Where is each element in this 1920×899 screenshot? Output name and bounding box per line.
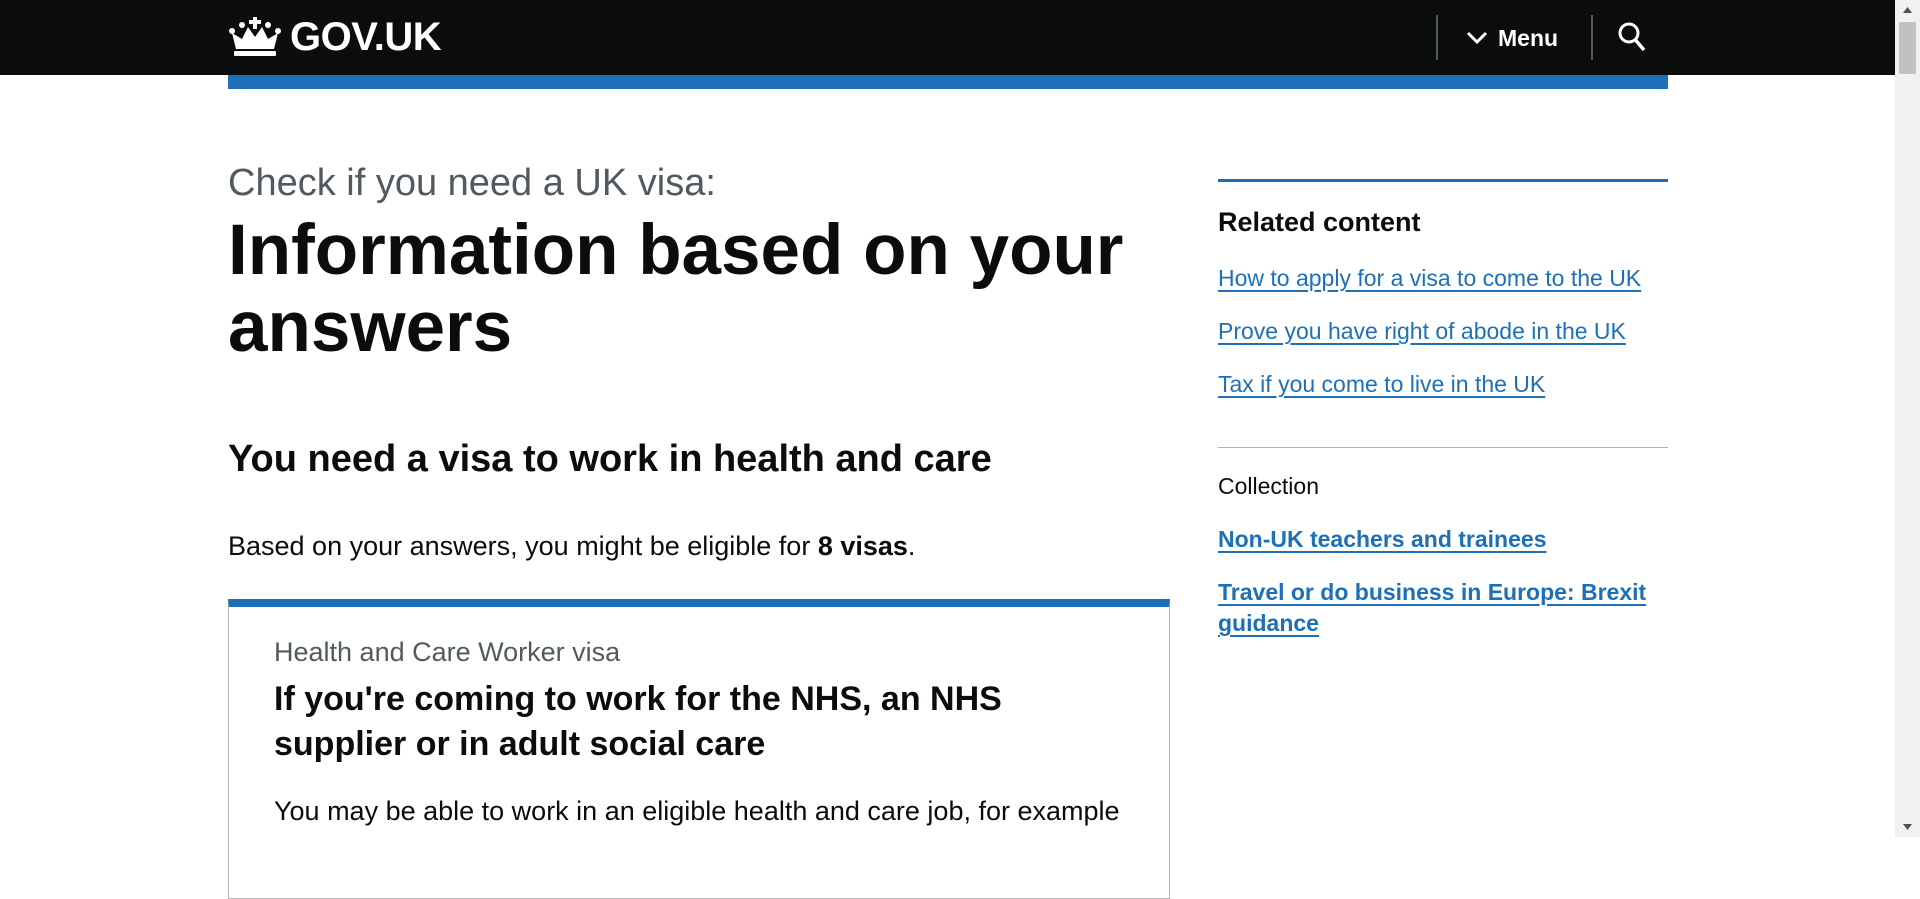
logo-text: GOV.UK [290,14,442,59]
related-content-heading: Related content [1218,207,1421,237]
collection-link[interactable]: Non-UK teachers and trainees [1218,524,1658,555]
scroll-down-arrow-icon[interactable] [1895,817,1920,837]
header-accent-bar [228,75,1668,89]
visa-card-title: If you're coming to work for the NHS, an… [274,680,1002,763]
collection-label: Collection [1218,473,1319,499]
search-button[interactable] [1617,20,1647,54]
related-link[interactable]: How to apply for a visa to come to the U… [1218,265,1641,292]
sidebar-accent-rule [1218,179,1668,182]
site-header: GOV.UK Menu [0,0,1895,75]
eligibility-suffix: . [907,531,916,561]
visa-count: 8 visas [817,531,908,561]
crown-icon [229,17,281,56]
page-caption: Check if you need a UK visa: [228,162,716,204]
related-link[interactable]: Tax if you come to live in the UK [1218,371,1545,398]
sidebar-divider [1218,447,1668,448]
menu-label: Menu [1498,24,1559,51]
chevron-down-icon [1466,31,1488,45]
search-divider [1591,15,1593,60]
eligibility-prefix: Based on your answers, you might be elig… [228,531,818,561]
result-heading: You need a visa to work in health and ca… [228,438,992,480]
visa-card-caption: Health and Care Worker visa [274,637,621,667]
page-title: Information based on your answers [228,211,1124,367]
menu-button[interactable]: Menu [1466,20,1558,56]
related-link[interactable]: Prove you have right of abode in the UK [1218,318,1626,345]
scroll-up-arrow-icon[interactable] [1895,0,1920,20]
search-icon [1618,22,1646,52]
vertical-scrollbar[interactable] [1895,0,1920,837]
visa-card-body: You may be able to work in an eligible h… [274,796,1120,826]
menu-divider [1436,15,1438,60]
scrollbar-thumb[interactable] [1899,22,1916,74]
govuk-logo-link[interactable]: GOV.UK [228,12,442,62]
eligibility-summary: Based on your answers, you might be elig… [228,531,915,562]
visa-card: Health and Care Worker visa If you're co… [228,599,1170,899]
collection-link[interactable]: Travel or do business in Europe: Brexit … [1218,577,1658,639]
